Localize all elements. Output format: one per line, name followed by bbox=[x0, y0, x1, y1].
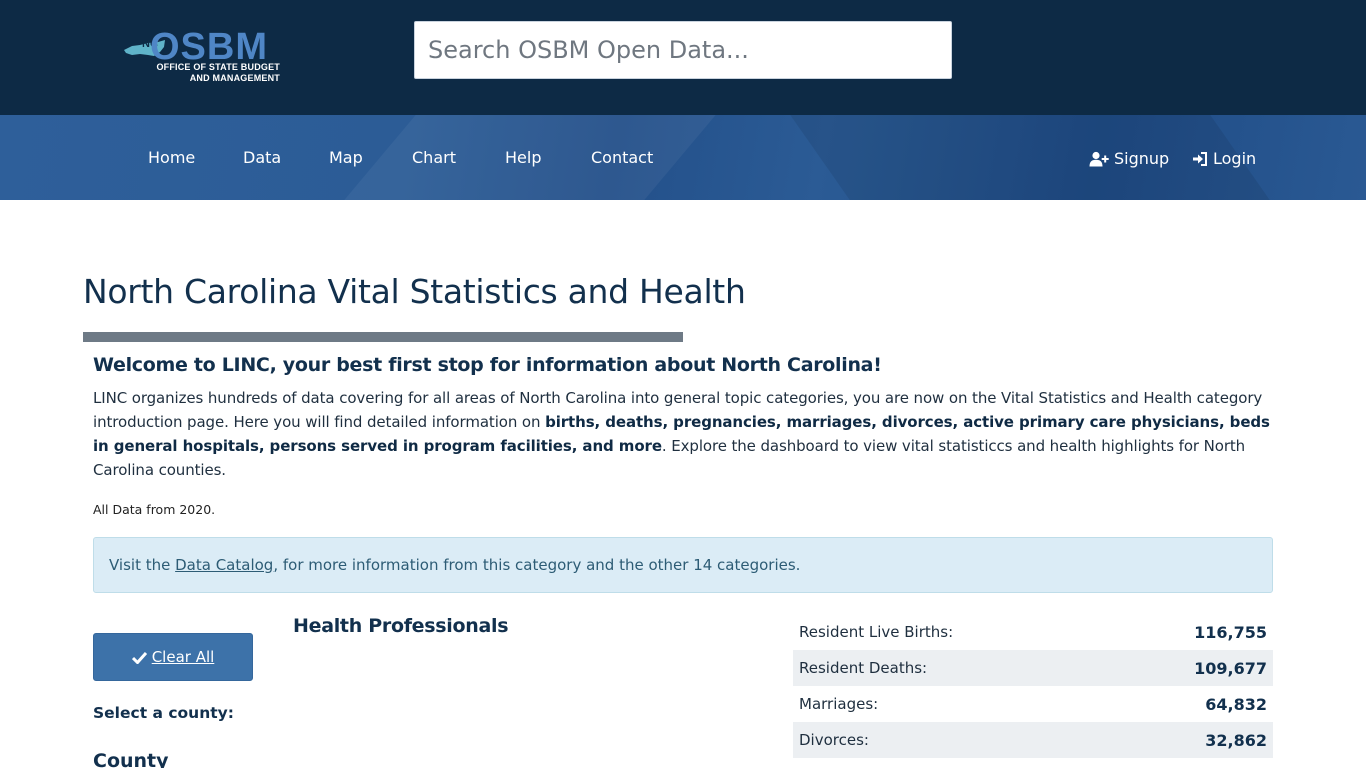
alert-suffix: , for more information from this categor… bbox=[273, 556, 801, 574]
logo-subtitle-line1: OFFICE OF STATE BUDGET bbox=[156, 62, 280, 72]
info-alert: Visit the Data Catalog, for more informa… bbox=[93, 537, 1273, 593]
login-link[interactable]: Login bbox=[1192, 149, 1256, 169]
login-label: Login bbox=[1213, 149, 1257, 168]
county-heading: County bbox=[93, 750, 169, 768]
intro-paragraph: LINC organizes hundreds of data covering… bbox=[93, 386, 1278, 482]
stat-label: Resident Deaths: bbox=[799, 659, 928, 677]
data-year-note: All Data from 2020. bbox=[93, 502, 216, 517]
stat-value: 32,862 bbox=[1205, 730, 1267, 750]
osbm-logo[interactable]: NC OSBM OFFICE OF STATE BUDGET AND MANAG… bbox=[118, 28, 288, 88]
clear-all-label: Clear All bbox=[151, 648, 215, 666]
stat-row: Resident Deaths: 109,677 bbox=[793, 650, 1273, 686]
health-professionals-heading: Health Professionals bbox=[293, 615, 509, 637]
signup-link[interactable]: Signup bbox=[1089, 149, 1169, 169]
nav-help[interactable]: Help bbox=[505, 148, 541, 168]
stats-table: Resident Live Births: 116,755 Resident D… bbox=[793, 614, 1273, 758]
welcome-heading: Welcome to LINC, your best first stop fo… bbox=[93, 354, 882, 376]
user-plus-icon bbox=[1089, 151, 1109, 167]
nav-chart[interactable]: Chart bbox=[412, 148, 456, 168]
nav-home[interactable]: Home bbox=[148, 148, 195, 168]
stat-value: 64,832 bbox=[1205, 694, 1267, 714]
sign-in-icon bbox=[1193, 152, 1207, 166]
nav-data[interactable]: Data bbox=[243, 148, 281, 168]
stat-value: 109,677 bbox=[1194, 658, 1267, 678]
logo-wordmark: OSBM bbox=[150, 26, 268, 68]
stat-row: Resident Live Births: 116,755 bbox=[793, 614, 1273, 650]
nav-contact[interactable]: Contact bbox=[591, 148, 653, 168]
check-icon bbox=[131, 651, 147, 664]
page-title: North Carolina Vital Statistics and Heal… bbox=[83, 272, 746, 311]
stat-value: 116,755 bbox=[1194, 622, 1267, 642]
stat-label: Resident Live Births: bbox=[799, 623, 954, 641]
nav-map[interactable]: Map bbox=[329, 148, 363, 168]
logo-subtitle-line2: AND MANAGEMENT bbox=[189, 73, 280, 83]
title-divider bbox=[83, 332, 683, 342]
stat-row: Marriages: 64,832 bbox=[793, 686, 1273, 722]
alert-prefix: Visit the bbox=[109, 556, 176, 574]
data-catalog-link[interactable]: Data Catalog bbox=[175, 556, 273, 574]
clear-all-button[interactable]: Clear All bbox=[93, 633, 253, 681]
signup-label: Signup bbox=[1114, 149, 1170, 168]
stat-row: Divorces: 32,862 bbox=[793, 722, 1273, 758]
stat-label: Marriages: bbox=[799, 695, 879, 713]
top-header: NC OSBM OFFICE OF STATE BUDGET AND MANAG… bbox=[0, 0, 1366, 115]
search-input[interactable] bbox=[414, 21, 952, 79]
select-county-label: Select a county: bbox=[93, 704, 234, 722]
stat-label: Divorces: bbox=[799, 731, 869, 749]
